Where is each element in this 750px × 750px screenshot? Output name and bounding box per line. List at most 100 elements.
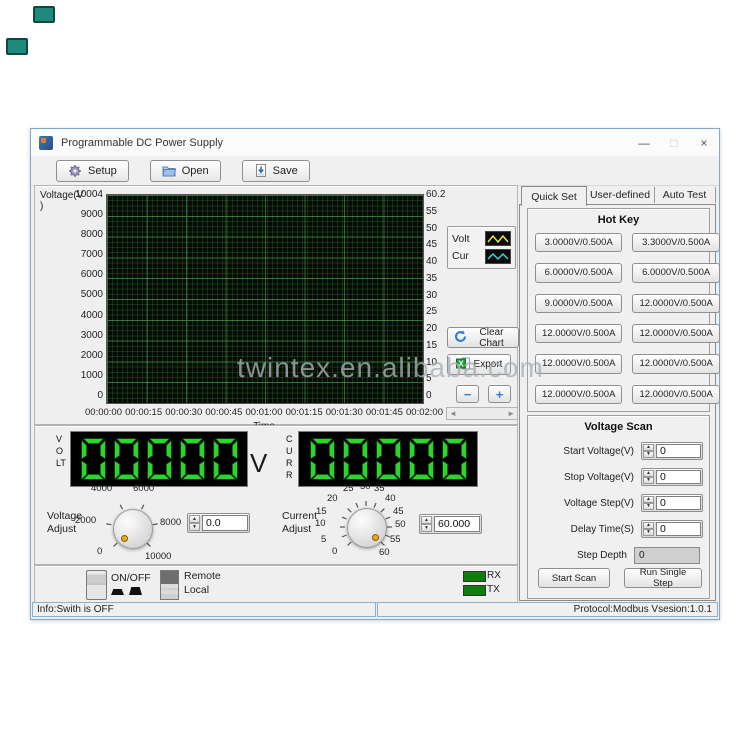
hotkey-button[interactable]: 3.3000V/0.500A xyxy=(632,233,719,252)
chart-plot xyxy=(106,194,424,404)
seven-seg-digit xyxy=(211,436,240,482)
hotkey-button[interactable]: 9.0000V/0.500A xyxy=(535,294,622,313)
current-adjust-field: ▲ ▼ xyxy=(419,514,482,534)
toolbar: Setup Open Save xyxy=(31,156,719,186)
svg-text:X: X xyxy=(458,359,464,368)
zoom-in-button[interactable]: + xyxy=(488,385,511,403)
clear-chart-button[interactable]: Clear Chart xyxy=(447,327,519,348)
tab-auto-test[interactable]: Auto Test xyxy=(654,187,716,203)
spinner-down[interactable]: ▼ xyxy=(189,523,200,531)
hotkey-button[interactable]: 3.0000V/0.500A xyxy=(535,233,622,252)
hotkey-button[interactable]: 12.0000V/0.500A xyxy=(535,385,622,404)
spinner-down[interactable]: ▼ xyxy=(643,529,654,536)
window-title: Programmable DC Power Supply xyxy=(61,137,223,149)
corner-watermark-mark xyxy=(33,6,55,23)
setup-button[interactable]: Setup xyxy=(56,160,129,182)
hotkey-button[interactable]: 6.0000V/0.500A xyxy=(632,263,719,282)
voltage-step-input[interactable] xyxy=(656,496,701,510)
rx-label: RX xyxy=(487,570,501,581)
export-button[interactable]: X Export xyxy=(447,354,511,375)
hotkey-button[interactable]: 12.0000V/0.500A xyxy=(632,354,719,373)
spinner-up[interactable]: ▲ xyxy=(643,470,654,477)
seven-seg-digit xyxy=(79,436,108,482)
page: twintex.en.alibaba.com Programmable DC P… xyxy=(0,0,750,750)
tx-label: TX xyxy=(487,584,500,595)
spinner-down[interactable]: ▼ xyxy=(643,451,654,458)
voltage-adjust-knob[interactable] xyxy=(113,509,153,549)
switch-panel: ON/OFF Remote Local RX TX xyxy=(34,565,518,603)
scan-row-voltage-step: Voltage Step(V) ▲▼ xyxy=(532,490,703,516)
seven-seg-digit xyxy=(112,436,141,482)
status-info: Info:Swith is OFF xyxy=(32,602,376,617)
scan-row-start-voltage: Start Voltage(V) ▲▼ xyxy=(532,438,703,464)
chart-panel: Voltage(V) 100049000 80007000 60005000 4… xyxy=(34,185,518,425)
scroll-left-arrow[interactable]: ◄ xyxy=(449,409,457,418)
curr-display xyxy=(298,431,478,487)
hotkey-button[interactable]: 12.0000V/0.500A xyxy=(535,354,622,373)
current-adjust-knob[interactable] xyxy=(347,508,387,548)
tab-quick-set[interactable]: Quick Set xyxy=(521,186,587,206)
hotkey-button[interactable]: 12.0000V/0.500A xyxy=(535,324,622,343)
delay-time-field: ▲▼ xyxy=(641,520,703,538)
zoom-out-button[interactable]: − xyxy=(456,385,479,403)
hotkey-button[interactable]: 6.0000V/0.500A xyxy=(535,263,622,282)
open-button[interactable]: Open xyxy=(150,160,221,182)
knob-indicator-dot xyxy=(121,535,128,542)
hotkey-group: Hot Key 3.0000V/0.500A 3.3000V/0.500A 6.… xyxy=(527,208,710,412)
delay-time-input[interactable] xyxy=(656,522,701,536)
spinner-up[interactable]: ▲ xyxy=(643,496,654,503)
save-button[interactable]: Save xyxy=(242,160,310,182)
spinner-down[interactable]: ▼ xyxy=(421,524,432,532)
folder-icon xyxy=(162,164,176,177)
start-voltage-input[interactable] xyxy=(656,444,701,458)
rx-led xyxy=(463,571,486,582)
remote-label: Remote xyxy=(184,570,221,582)
scan-row-step-depth: Step Depth 0 xyxy=(532,542,703,568)
spinner-down[interactable]: ▼ xyxy=(643,477,654,484)
close-button[interactable]: × xyxy=(689,129,719,156)
voltage-scan-title: Voltage Scan xyxy=(528,421,709,433)
curr-display-label: CURR xyxy=(286,433,296,481)
volt-unit: V xyxy=(250,448,267,479)
volt-display xyxy=(70,431,248,487)
quick-set-panel: Hot Key 3.0000V/0.500A 3.3000V/0.500A 6.… xyxy=(519,204,716,601)
maximize-button[interactable]: □ xyxy=(659,129,689,156)
remote-local-switch[interactable] xyxy=(160,570,179,600)
volt-display-label: VOLT xyxy=(56,433,66,469)
minimize-button[interactable]: — xyxy=(629,129,659,156)
voltage-adjust-input[interactable] xyxy=(202,515,248,531)
stop-voltage-input[interactable] xyxy=(656,470,701,484)
current-adjust-input[interactable] xyxy=(434,516,480,532)
spinner-up[interactable]: ▲ xyxy=(643,444,654,451)
hotkey-button[interactable]: 12.0000V/0.500A xyxy=(632,324,719,343)
spinner-up[interactable]: ▲ xyxy=(643,522,654,529)
volt-wave-icon xyxy=(485,231,511,246)
stop-voltage-field: ▲▼ xyxy=(641,468,703,486)
seven-seg-digit xyxy=(440,436,469,482)
excel-icon: X xyxy=(456,357,470,373)
tab-user-defined[interactable]: User-defined xyxy=(586,187,655,203)
hotkey-button[interactable]: 12.0000V/0.500A xyxy=(632,294,719,313)
spinner-up[interactable]: ▲ xyxy=(189,515,200,523)
start-scan-button[interactable]: Start Scan xyxy=(538,568,610,588)
legend-volt-label: Volt xyxy=(452,233,470,245)
chart-legend: Volt Cur xyxy=(447,226,516,269)
scroll-right-arrow[interactable]: ► xyxy=(507,409,515,418)
app-window: Programmable DC Power Supply — □ × Setup… xyxy=(30,128,720,620)
run-single-step-button[interactable]: Run Single Step xyxy=(624,568,702,588)
hotkey-button[interactable]: 12.0000V/0.500A xyxy=(632,385,719,404)
knob-indicator-dot xyxy=(372,534,379,541)
titlebar: Programmable DC Power Supply — □ × xyxy=(31,129,719,157)
seven-seg-digit xyxy=(407,436,436,482)
x-axis-ticks: 00:00:0000:00:15 00:00:3000:00:45 00:01:… xyxy=(85,407,443,418)
switch-on-icon xyxy=(129,587,142,595)
voltage-adjust-field: ▲ ▼ xyxy=(187,513,250,533)
spinner-up[interactable]: ▲ xyxy=(421,516,432,524)
chart-scrollbar[interactable]: ◄ ► xyxy=(446,407,518,420)
app-icon xyxy=(39,136,53,150)
power-rocker-switch[interactable] xyxy=(86,570,107,600)
current-adjust-label: CurrentAdjust xyxy=(282,510,317,536)
seven-seg-digit xyxy=(178,436,207,482)
spinner-down[interactable]: ▼ xyxy=(643,503,654,510)
tx-led xyxy=(463,585,486,596)
